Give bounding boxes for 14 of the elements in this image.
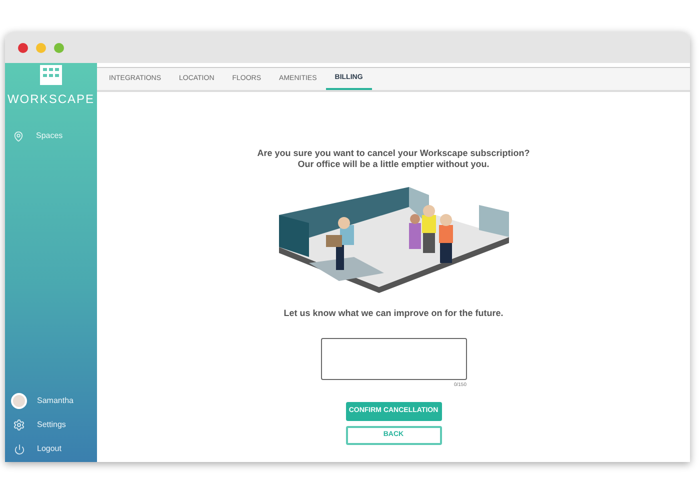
nav-link[interactable]: Settings [37, 419, 66, 431]
confirmation-heading: Our office will be a little emptier without you. [298, 159, 490, 170]
power-icon [14, 444, 24, 454]
location-pin-icon [13, 130, 24, 142]
confirmation-heading: Are you sure you want to cancel your Workscape subscription? [257, 148, 530, 159]
avatar [11, 393, 27, 409]
nav-link[interactable]: Spaces [36, 130, 63, 142]
feedback-prompt: Let us know what we can improve on for the future. [284, 307, 504, 320]
brand-name: WORKSCAPE [7, 91, 94, 108]
settings-icon [13, 419, 25, 431]
feedback-field[interactable] [320, 338, 466, 380]
building-logo-icon [38, 65, 64, 85]
nav-link[interactable]: Samantha [37, 395, 74, 407]
nav-link[interactable]: Logout [37, 443, 62, 455]
